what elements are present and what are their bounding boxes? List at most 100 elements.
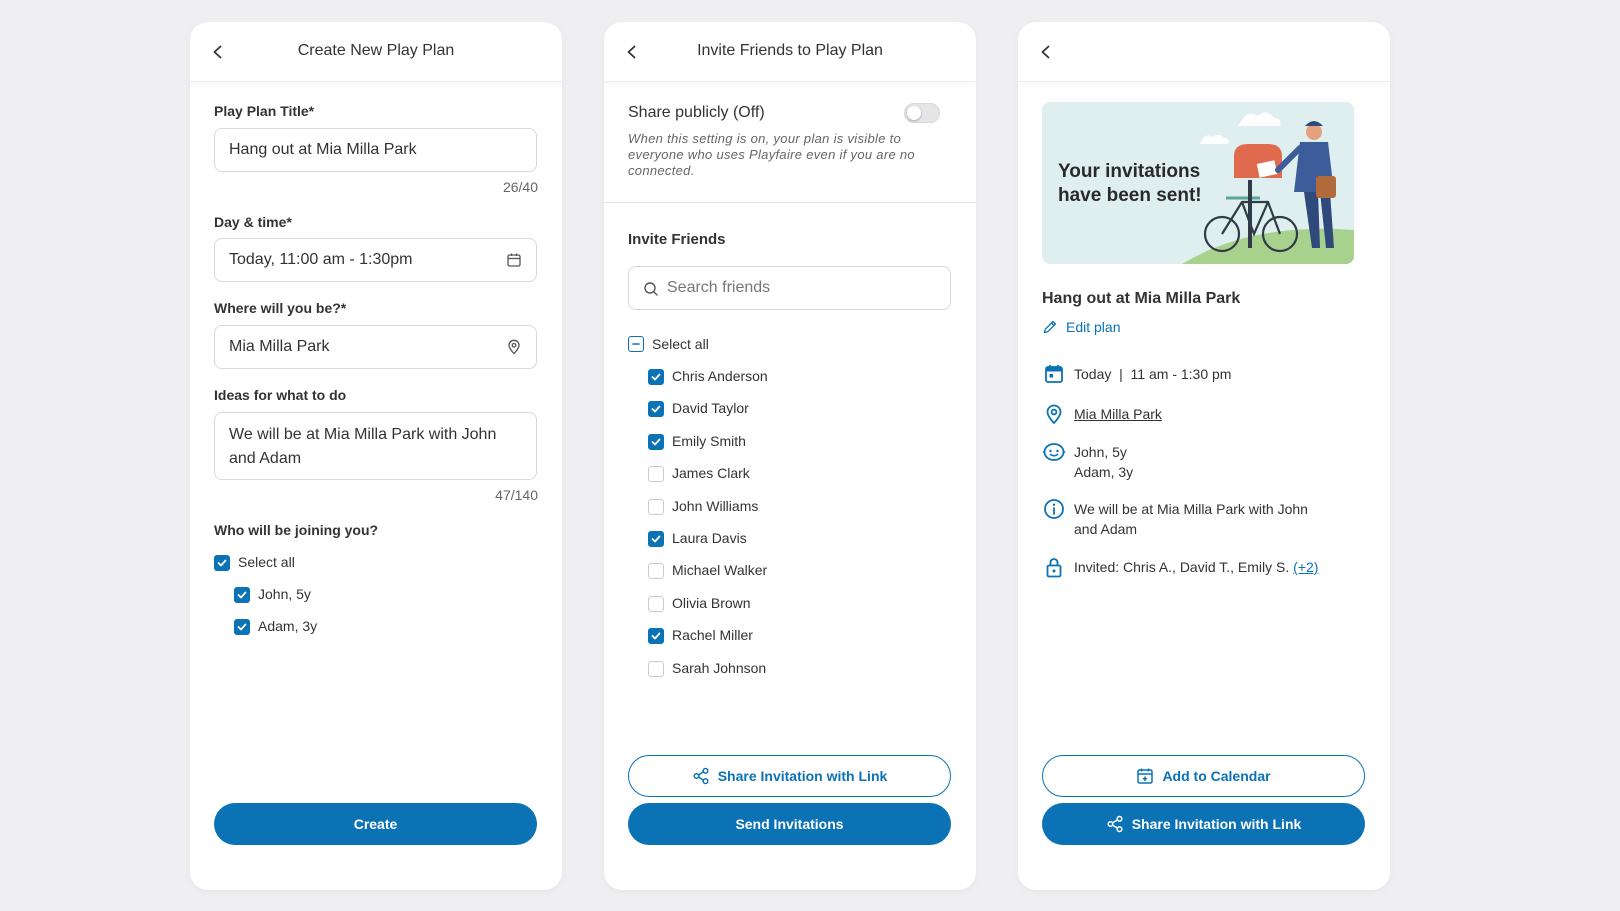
- select-all-friends-checkbox[interactable]: [628, 336, 644, 352]
- info-icon: [1042, 497, 1066, 521]
- share-icon: [1107, 815, 1123, 833]
- check-icon: [217, 559, 227, 567]
- kid-checkbox-adam[interactable]: [234, 619, 250, 635]
- kids-text: John, 5y Adam, 3y: [1074, 440, 1133, 482]
- friend-checkbox[interactable]: [648, 661, 664, 677]
- joining-label: Who will be joining you?: [214, 522, 379, 538]
- friend-label: David Taylor: [672, 400, 749, 416]
- kid-line-1: John, 5y: [1074, 444, 1127, 460]
- invited-more-link[interactable]: (+2): [1293, 559, 1318, 575]
- friend-label: John Williams: [672, 498, 759, 514]
- select-all-kids-checkbox[interactable]: [214, 555, 230, 571]
- check-icon: [651, 632, 661, 640]
- select-all-friends-label: Select all: [652, 336, 709, 352]
- banner-title: Your invitations have been sent!: [1058, 160, 1202, 208]
- send-invitations-button[interactable]: Send Invitations: [628, 803, 951, 845]
- where-label: Where will you be?*: [214, 300, 347, 316]
- check-icon: [651, 438, 661, 446]
- back-button[interactable]: [1034, 40, 1058, 64]
- edit-plan-link[interactable]: Edit plan: [1042, 319, 1120, 335]
- page-title: Create New Play Plan: [297, 42, 455, 59]
- ideas-textarea-value: We will be at Mia Milla Park with John a…: [229, 426, 497, 467]
- search-placeholder: Search friends: [667, 279, 771, 296]
- location-input[interactable]: Mia Milla Park: [214, 325, 537, 369]
- plan-title: Hang out at Mia Milla Park: [1042, 290, 1241, 307]
- select-all-kids-label: Select all: [238, 554, 295, 570]
- calendar-icon[interactable]: [506, 252, 522, 268]
- share-invitation-link-label: Share Invitation with Link: [717, 768, 888, 784]
- ideas-textarea[interactable]: We will be at Mia Milla Park with John a…: [214, 412, 537, 480]
- edit-plan-label: Edit plan: [1066, 319, 1121, 335]
- friend-label: Michael Walker: [672, 562, 768, 578]
- location-link[interactable]: Mia Milla Park: [1074, 402, 1162, 424]
- create-header: Create New Play Plan: [190, 22, 562, 82]
- detail-location: Mia Milla Park: [1042, 402, 1162, 426]
- success-banner: Your invitations have been sent!: [1042, 102, 1354, 264]
- title-label: Play Plan Title*: [214, 103, 315, 119]
- detail-kids: John, 5y Adam, 3y: [1042, 440, 1133, 482]
- search-icon: [643, 281, 659, 297]
- search-friends-input[interactable]: Search friends: [628, 266, 951, 310]
- share-publicly-note: When this setting is on, your plan is vi…: [628, 131, 915, 178]
- ideas-char-counter: 47/140: [495, 487, 538, 503]
- send-invitations-label: Send Invitations: [735, 816, 844, 832]
- add-to-calendar-label: Add to Calendar: [1162, 768, 1271, 784]
- datetime-label: Day & time*: [214, 214, 292, 230]
- lock-icon: [1042, 555, 1066, 579]
- kid-checkbox-john[interactable]: [234, 587, 250, 603]
- confirm-header: [1018, 22, 1390, 82]
- check-icon: [651, 405, 661, 413]
- location-pin-icon[interactable]: [506, 339, 522, 355]
- friend-checkbox[interactable]: [648, 628, 664, 644]
- invitations-sent-screen: Your invitations have been sent! Hang ou…: [1018, 22, 1390, 890]
- location-pin-icon: [1042, 402, 1066, 426]
- banner-line-2: have been sent!: [1058, 185, 1202, 206]
- friend-checkbox[interactable]: [648, 434, 664, 450]
- datetime-text: Today | 11 am - 1:30 pm: [1074, 366, 1232, 382]
- friend-label: Laura Davis: [672, 530, 747, 546]
- share-icon: [693, 767, 709, 785]
- kid-label-adam: Adam, 3y: [258, 618, 318, 634]
- friend-checkbox[interactable]: [648, 531, 664, 547]
- chevron-left-icon: [1041, 45, 1050, 59]
- friend-checkbox[interactable]: [648, 369, 664, 385]
- title-input[interactable]: Hang out at Mia Milla Park: [214, 128, 537, 172]
- ideas-label: Ideas for what to do: [214, 387, 347, 403]
- create-plan-screen: Create New Play Plan Play Plan Title* Ha…: [190, 22, 562, 890]
- datetime-input[interactable]: Today, 11:00 am - 1:30pm: [214, 238, 537, 282]
- toggle-knob: [907, 106, 921, 120]
- friend-label: Rachel Miller: [672, 627, 753, 643]
- friend-checkbox[interactable]: [648, 401, 664, 417]
- detail-invited: Invited: Chris A., David T., Emily S. (+…: [1042, 555, 1318, 579]
- check-icon: [237, 623, 247, 631]
- friend-checkbox[interactable]: [648, 499, 664, 515]
- friend-checkbox[interactable]: [648, 596, 664, 612]
- share-invitation-link-button[interactable]: Share Invitation with Link: [628, 755, 951, 797]
- friend-label: Olivia Brown: [672, 595, 751, 611]
- invite-header: Invite Friends to Play Plan: [604, 22, 976, 82]
- calendar-add-icon: [1137, 768, 1154, 784]
- add-to-calendar-button[interactable]: Add to Calendar: [1042, 755, 1365, 797]
- friend-checkbox[interactable]: [648, 466, 664, 482]
- share-invitation-link-button[interactable]: Share Invitation with Link: [1042, 803, 1365, 845]
- minus-icon: [632, 343, 640, 345]
- share-publicly-toggle[interactable]: [904, 103, 940, 123]
- check-icon: [237, 591, 247, 599]
- datetime-input-value: Today, 11:00 am - 1:30pm: [229, 251, 413, 268]
- section-divider: [604, 202, 976, 203]
- create-button[interactable]: Create: [214, 803, 537, 845]
- friend-label: Chris Anderson: [672, 368, 768, 384]
- friend-label: Emily Smith: [672, 433, 746, 449]
- invite-friends-screen: Invite Friends to Play Plan Share public…: [604, 22, 976, 890]
- calendar-icon: [1042, 362, 1066, 386]
- child-face-icon: [1042, 440, 1066, 464]
- pencil-icon: [1043, 320, 1057, 334]
- friend-checkbox[interactable]: [648, 563, 664, 579]
- title-char-counter: 26/40: [502, 179, 538, 195]
- invited-text: Invited: Chris A., David T., Emily S. (+…: [1074, 555, 1318, 577]
- friend-label: James Clark: [672, 465, 750, 481]
- invite-friends-heading: Invite Friends: [628, 231, 726, 248]
- share-publicly-label: Share publicly (Off): [628, 104, 765, 121]
- invited-list: Invited: Chris A., David T., Emily S.: [1074, 559, 1294, 575]
- friend-label: Sarah Johnson: [672, 660, 767, 676]
